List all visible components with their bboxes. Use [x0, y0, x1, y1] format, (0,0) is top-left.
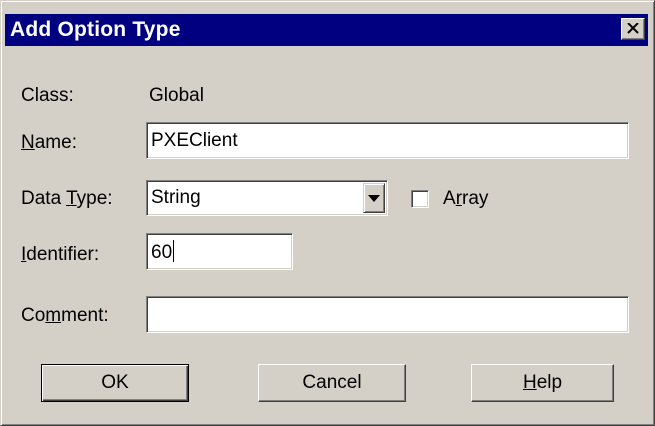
identifier-value-text: 60: [151, 242, 173, 263]
name-field-value: PXEClient: [151, 130, 238, 151]
data-type-value: String: [151, 187, 201, 208]
data-type-select[interactable]: String: [146, 180, 388, 216]
name-label: Name:: [21, 131, 77, 155]
name-field[interactable]: PXEClient: [146, 122, 629, 159]
array-checkbox[interactable]: [411, 190, 429, 208]
data-type-dropdown-button[interactable]: [363, 183, 385, 213]
array-label[interactable]: Array: [443, 187, 488, 211]
title-bar[interactable]: Add Option Type: [5, 14, 648, 46]
data-type-label: Data Type:: [21, 187, 113, 211]
identifier-label: Identifier:: [21, 243, 99, 267]
identifier-label-suffix: dentifier:: [26, 244, 100, 265]
class-value: Global: [149, 85, 204, 106]
class-label: Class:: [21, 85, 74, 106]
help-button-mnemonic: H: [522, 372, 537, 393]
comment-label-suffix: ment:: [61, 305, 109, 326]
array-label-prefix: A: [443, 188, 456, 209]
text-caret: [173, 240, 175, 262]
identifier-field[interactable]: 60: [146, 233, 293, 270]
name-label-suffix: ame:: [34, 132, 77, 153]
dialog-title: Add Option Type: [10, 18, 181, 41]
array-label-suffix: ray: [462, 188, 489, 209]
close-icon: [627, 23, 639, 34]
cancel-button-label: Cancel: [302, 372, 362, 393]
comment-label: Comment:: [21, 304, 109, 328]
close-button[interactable]: [621, 18, 645, 40]
comment-label-prefix: Co: [21, 305, 46, 326]
data-type-label-suffix: ype:: [76, 188, 113, 209]
chevron-down-icon: [368, 195, 380, 202]
ok-button[interactable]: OK: [41, 364, 189, 402]
comment-field[interactable]: [146, 296, 629, 333]
name-label-mnemonic: N: [21, 132, 35, 153]
add-option-type-dialog: Add Option Type Class: Global Name: PXEC…: [0, 0, 655, 426]
identifier-field-value: 60: [151, 240, 175, 265]
cancel-button[interactable]: Cancel: [258, 364, 406, 402]
help-button[interactable]: Help: [471, 364, 614, 402]
help-button-label-suffix: elp: [536, 372, 563, 393]
ok-button-label: OK: [101, 372, 129, 393]
data-type-label-prefix: Data: [21, 188, 67, 209]
comment-label-mnemonic: m: [45, 305, 62, 326]
data-type-label-mnemonic: T: [66, 188, 77, 209]
